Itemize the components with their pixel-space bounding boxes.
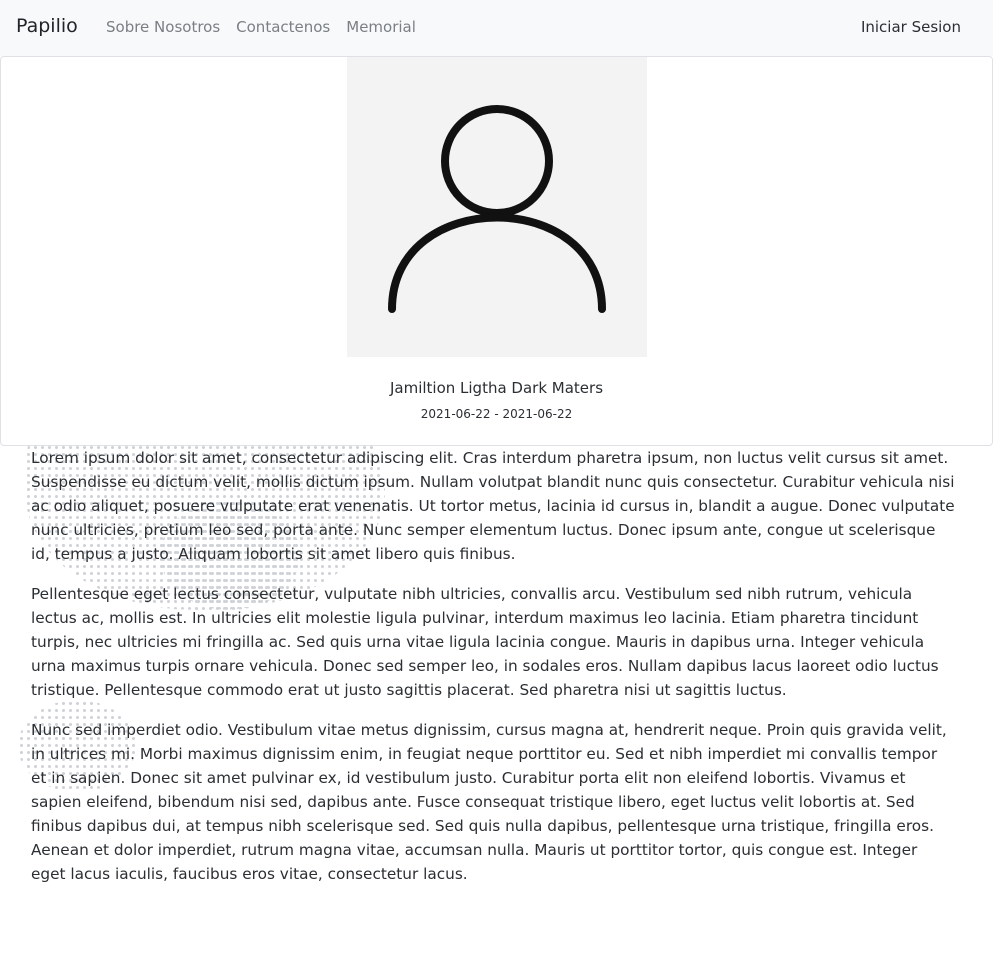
nav-link-sobre-nosotros[interactable]: Sobre Nosotros <box>98 18 228 36</box>
biography-paragraph: Lorem ipsum dolor sit amet, consectetur … <box>31 449 955 563</box>
user-silhouette-icon <box>388 105 606 313</box>
life-dates: 2021-06-22 - 2021-06-22 <box>420 407 573 421</box>
top-navbar: Papilio Sobre Nosotros Contactenos Memor… <box>0 0 993 56</box>
biography-content: Lorem ipsum dolor sit amet, consectetur … <box>31 446 956 902</box>
deceased-name: Jamiltion Ligtha Dark Maters <box>389 379 604 397</box>
login-link[interactable]: Iniciar Sesion <box>861 18 961 36</box>
brand-logo-link[interactable]: Papilio <box>16 15 78 37</box>
profile-card: Jamiltion Ligtha Dark Maters 2021-06-22 … <box>0 56 993 446</box>
biography-paragraph: Pellentesque eget lectus consectetur, vu… <box>31 585 939 699</box>
biography-paragraph: Nunc sed imperdiet odio. Vestibulum vita… <box>31 721 947 883</box>
profile-photo <box>347 57 647 357</box>
nav-link-contactenos[interactable]: Contactenos <box>228 18 338 36</box>
nav-link-memorial[interactable]: Memorial <box>338 18 424 36</box>
nav-links: Sobre Nosotros Contactenos Memorial <box>98 18 424 36</box>
